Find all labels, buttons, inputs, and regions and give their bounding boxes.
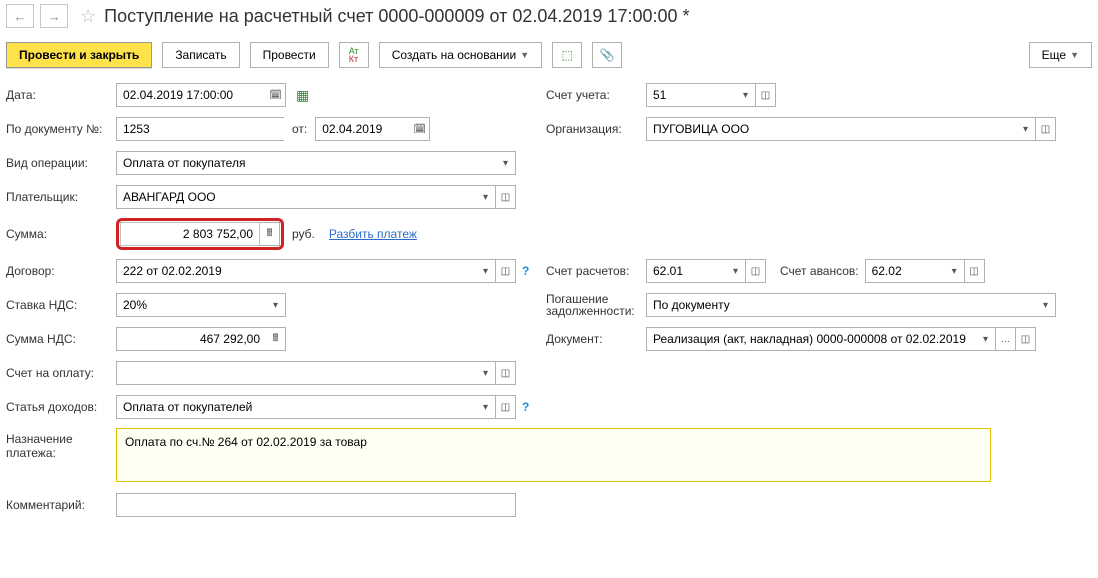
doc-date-input[interactable] <box>315 117 410 141</box>
payer-input[interactable] <box>116 185 476 209</box>
dtkt-button[interactable]: АтКт <box>339 42 369 68</box>
calendar-icon[interactable]: 🗓 <box>410 117 430 141</box>
purpose-textarea[interactable] <box>116 428 991 482</box>
label-payer: Плательщик: <box>6 190 116 204</box>
label-comment: Комментарий: <box>6 498 116 512</box>
dropdown-icon[interactable]: ▾ <box>1036 293 1056 317</box>
comment-input[interactable] <box>116 493 516 517</box>
save-button[interactable]: Записать <box>162 42 239 68</box>
date-input[interactable] <box>116 83 266 107</box>
dropdown-icon[interactable]: ▾ <box>266 293 286 317</box>
open-icon[interactable]: ◫ <box>496 395 516 419</box>
label-invoice: Счет на оплату: <box>6 366 116 380</box>
split-payment-link[interactable]: Разбить платеж <box>329 227 417 241</box>
settle-acc-input[interactable] <box>646 259 726 283</box>
dropdown-icon[interactable]: ▾ <box>476 395 496 419</box>
label-settle-acc: Счет расчетов: <box>546 264 646 278</box>
structure-button[interactable]: ⬚ <box>552 42 582 68</box>
label-doc-no: По документу №: <box>6 122 116 136</box>
label-account: Счет учета: <box>546 88 646 102</box>
ellipsis-icon[interactable]: … <box>996 327 1016 351</box>
label-op-type: Вид операции: <box>6 156 116 170</box>
label-income-item: Статья доходов: <box>6 400 116 414</box>
contract-input[interactable] <box>116 259 476 283</box>
label-date: Дата: <box>6 88 116 102</box>
open-icon[interactable]: ◫ <box>965 259 985 283</box>
currency-label: руб. <box>292 227 315 241</box>
advance-acc-input[interactable] <box>865 259 945 283</box>
nav-back-button[interactable]: ← <box>6 4 34 28</box>
open-icon[interactable]: ◫ <box>496 185 516 209</box>
dropdown-icon[interactable]: ▾ <box>726 259 746 283</box>
open-icon[interactable]: ◫ <box>1016 327 1036 351</box>
dtkt-icon: АтКт <box>349 47 359 63</box>
post-and-close-button[interactable]: Провести и закрыть <box>6 42 152 68</box>
calculator-icon[interactable]: 🖩 <box>266 327 286 351</box>
label-advance-acc: Счет авансов: <box>780 264 859 278</box>
attach-button[interactable]: 📎 <box>592 42 622 68</box>
label-debt-repay: Погашение задолженности: <box>546 293 646 317</box>
vat-amount-input[interactable] <box>116 327 266 351</box>
dropdown-icon[interactable]: ▾ <box>945 259 965 283</box>
dropdown-icon[interactable]: ▾ <box>976 327 996 351</box>
dropdown-icon[interactable]: ▾ <box>736 83 756 107</box>
doc-no-input[interactable] <box>116 117 284 141</box>
page-title: Поступление на расчетный счет 0000-00000… <box>104 6 689 27</box>
dropdown-icon[interactable]: ▾ <box>496 151 516 175</box>
label-org: Организация: <box>546 122 646 136</box>
more-menu-button[interactable]: Еще▼ <box>1029 42 1092 68</box>
label-purpose: Назначение платежа: <box>6 428 116 460</box>
open-icon[interactable]: ◫ <box>746 259 766 283</box>
label-from: от: <box>292 122 307 136</box>
op-type-input[interactable] <box>116 151 496 175</box>
label-vat-rate: Ставка НДС: <box>6 298 116 312</box>
favorite-star-icon[interactable]: ☆ <box>80 6 96 27</box>
open-icon[interactable]: ◫ <box>496 361 516 385</box>
label-contract: Договор: <box>6 264 116 278</box>
date-ok-icon[interactable]: ▦ <box>296 87 309 104</box>
calculator-icon[interactable]: 🖩 <box>260 222 280 246</box>
open-icon[interactable]: ◫ <box>1036 117 1056 141</box>
paperclip-icon: 📎 <box>600 48 615 62</box>
open-icon[interactable]: ◫ <box>756 83 776 107</box>
dropdown-icon[interactable]: ▾ <box>476 259 496 283</box>
help-icon[interactable]: ? <box>522 264 529 278</box>
tree-icon: ⬚ <box>561 48 572 62</box>
calendar-icon[interactable]: 🗓 <box>266 83 286 107</box>
document-ref-input[interactable] <box>646 327 976 351</box>
amount-highlight: 🖩 <box>116 218 284 250</box>
open-icon[interactable]: ◫ <box>496 259 516 283</box>
org-input[interactable] <box>646 117 1016 141</box>
invoice-input[interactable] <box>116 361 476 385</box>
label-amount: Сумма: <box>6 227 116 241</box>
dropdown-icon[interactable]: ▾ <box>476 185 496 209</box>
income-item-input[interactable] <box>116 395 476 419</box>
amount-input[interactable] <box>120 222 260 246</box>
dropdown-icon[interactable]: ▾ <box>1016 117 1036 141</box>
post-button[interactable]: Провести <box>250 42 329 68</box>
create-based-on-button[interactable]: Создать на основании▼ <box>379 42 542 68</box>
vat-rate-input[interactable] <box>116 293 266 317</box>
nav-forward-button[interactable]: → <box>40 4 68 28</box>
debt-repay-input[interactable] <box>646 293 1036 317</box>
account-input[interactable] <box>646 83 736 107</box>
dropdown-icon[interactable]: ▾ <box>476 361 496 385</box>
label-vat-amount: Сумма НДС: <box>6 332 116 346</box>
help-icon[interactable]: ? <box>522 400 529 414</box>
label-document: Документ: <box>546 332 646 346</box>
